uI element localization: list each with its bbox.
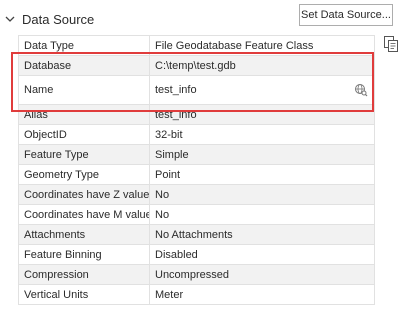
section-title: Data Source <box>22 11 95 27</box>
property-label: Alias <box>18 104 150 125</box>
property-label: Feature Binning <box>18 244 150 265</box>
table-row: Vertical Units Meter <box>18 284 375 305</box>
table-row: Alias test_info <box>18 104 375 125</box>
table-row: Feature Type Simple <box>18 144 375 165</box>
table-row: Coordinates have M value No <box>18 204 375 225</box>
set-data-source-button[interactable]: Set Data Source... <box>299 4 393 26</box>
table-row: Data Type File Geodatabase Feature Class <box>18 35 375 56</box>
property-label: Data Type <box>18 35 150 56</box>
property-value: File Geodatabase Feature Class <box>149 35 375 56</box>
table-row: Database C:\temp\test.gdb <box>18 55 375 76</box>
property-value: Disabled <box>149 244 375 265</box>
property-value: C:\temp\test.gdb <box>149 55 375 76</box>
copy-icon[interactable] <box>383 35 399 53</box>
chevron-down-icon[interactable] <box>4 13 16 25</box>
property-label: Vertical Units <box>18 284 150 305</box>
property-value: Point <box>149 164 375 185</box>
table-row: ObjectID 32-bit <box>18 124 375 145</box>
table-row: Compression Uncompressed <box>18 264 375 285</box>
table-row: Geometry Type Point <box>18 164 375 185</box>
table-row: Name test_info <box>18 75 375 105</box>
property-value: Simple <box>149 144 375 165</box>
globe-search-icon[interactable] <box>354 83 368 97</box>
property-label: Attachments <box>18 224 150 245</box>
property-value: No Attachments <box>149 224 375 245</box>
data-source-properties-table: Data Type File Geodatabase Feature Class… <box>18 35 375 305</box>
table-row: Feature Binning Disabled <box>18 244 375 265</box>
name-value-cell[interactable]: test_info <box>149 75 375 105</box>
property-value: Uncompressed <box>149 264 375 285</box>
property-label: Coordinates have M value <box>18 204 150 225</box>
property-value: 32-bit <box>149 124 375 145</box>
property-label: Compression <box>18 264 150 285</box>
property-label: Name <box>18 75 150 105</box>
property-label: Geometry Type <box>18 164 150 185</box>
property-label: Coordinates have Z value <box>18 184 150 205</box>
property-value: test_info <box>155 84 197 96</box>
table-row: Attachments No Attachments <box>18 224 375 245</box>
property-value: No <box>149 204 375 225</box>
property-value: No <box>149 184 375 205</box>
property-label: ObjectID <box>18 124 150 145</box>
table-row: Coordinates have Z value No <box>18 184 375 205</box>
property-label: Feature Type <box>18 144 150 165</box>
property-value: Meter <box>149 284 375 305</box>
property-value: test_info <box>149 104 375 125</box>
property-label: Database <box>18 55 150 76</box>
data-source-header[interactable]: Data Source <box>4 9 94 29</box>
